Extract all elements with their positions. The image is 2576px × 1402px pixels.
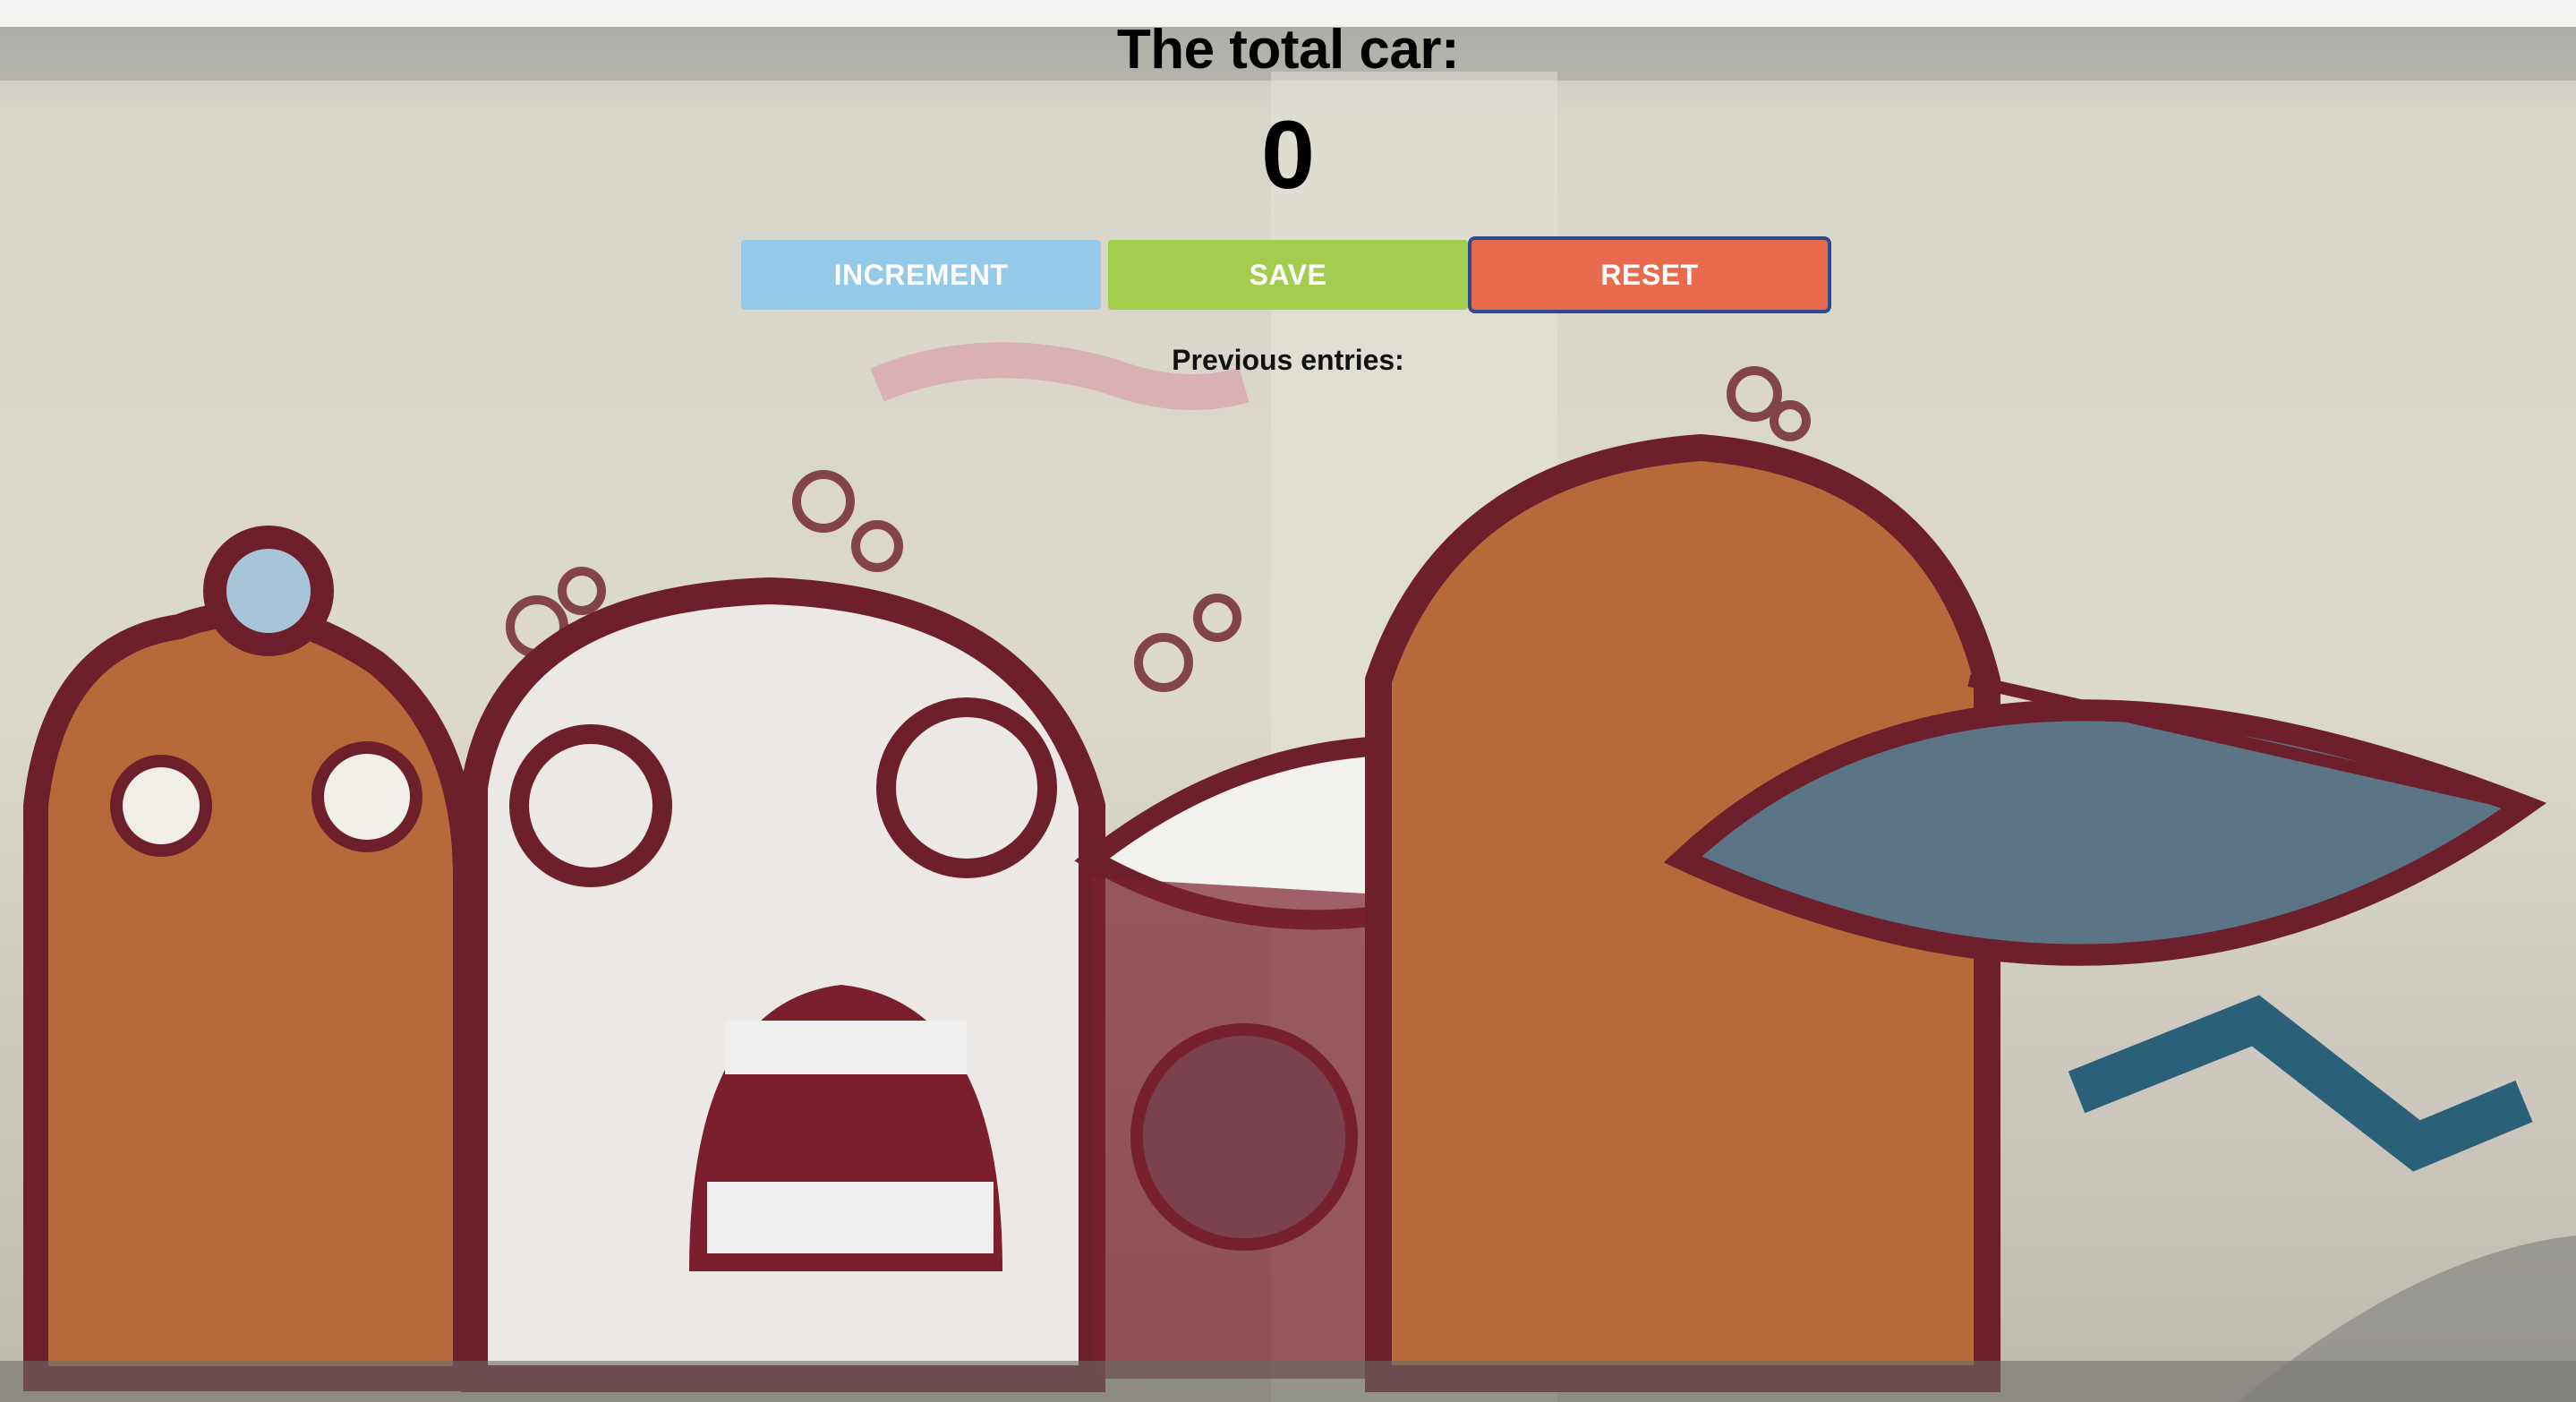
page-title: The total car: [1116, 19, 1460, 81]
car-count-value: 0 [1260, 100, 1316, 209]
increment-button[interactable]: INCREMENT [741, 240, 1101, 310]
reset-button[interactable]: RESET [1471, 240, 1828, 310]
button-row: INCREMENT SAVE RESET [741, 240, 1835, 310]
page: The total car: 0 INCREMENT SAVE RESET Pr… [0, 0, 2576, 1402]
save-button[interactable]: SAVE [1108, 240, 1468, 310]
previous-entries-label: Previous entries: [1172, 344, 1404, 376]
